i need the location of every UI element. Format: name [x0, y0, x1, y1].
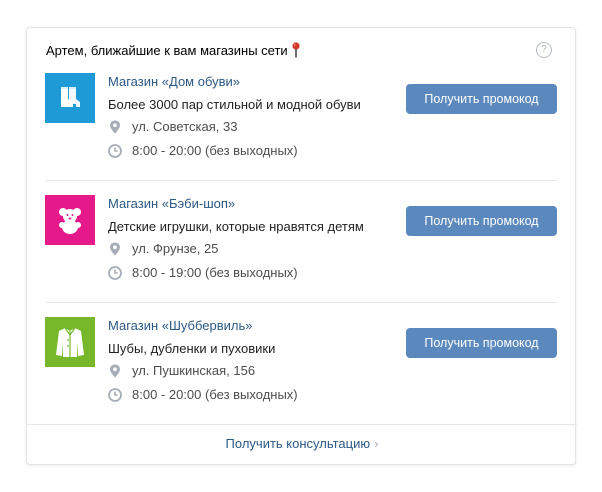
store-name[interactable]: Магазин «Шуббервиль»: [108, 318, 253, 333]
get-promocode-button[interactable]: Получить промокод: [406, 206, 557, 236]
store-address: ул. Фрунзе, 25: [108, 241, 218, 256]
hours-text: 8:00 - 19:00 (без выходных): [132, 265, 298, 280]
stores-card: Артем, ближайшие к вам магазины сети ? М…: [26, 27, 577, 465]
store-hours: 8:00 - 20:00 (без выходных): [108, 387, 298, 402]
help-icon[interactable]: ?: [536, 42, 552, 58]
store-hours: 8:00 - 19:00 (без выходных): [108, 265, 298, 280]
address-text: ул. Пушкинская, 156: [132, 363, 256, 378]
address-text: ул. Советская, 33: [132, 119, 238, 134]
address-text: ул. Фрунзе, 25: [132, 241, 219, 256]
map-marker-icon: [110, 120, 120, 133]
clock-icon: [108, 143, 122, 158]
consult-label: Получить консультацию: [225, 436, 371, 451]
hours-text: 8:00 - 20:00 (без выходных): [132, 387, 298, 402]
coat-icon: [56, 327, 84, 357]
store-name[interactable]: Магазин «Дом обуви»: [108, 74, 240, 89]
get-promocode-button[interactable]: Получить промокод: [406, 328, 557, 358]
hours-text: 8:00 - 20:00 (без выходных): [132, 143, 298, 158]
store-description: Более 3000 пар стильной и модной обуви: [108, 97, 361, 112]
store-logo: [45, 195, 95, 245]
get-promocode-button[interactable]: Получить промокод: [406, 84, 557, 114]
divider: [45, 302, 557, 303]
card-header: Артем, ближайшие к вам магазины сети: [46, 42, 301, 58]
map-marker-icon: [110, 242, 120, 255]
location-pin-icon: [292, 42, 300, 58]
store-item-dom-obuvi: Магазин «Дом обуви» Более 3000 пар стиль…: [27, 73, 577, 193]
store-item-shubberville: Магазин «Шуббервиль» Шубы, дубленки и пу…: [27, 317, 577, 437]
teddy-bear-icon: [59, 208, 81, 234]
store-hours: 8:00 - 20:00 (без выходных): [108, 143, 298, 158]
clock-icon: [108, 387, 122, 402]
divider: [45, 180, 557, 181]
store-logo: [45, 73, 95, 123]
footer-divider: [27, 424, 577, 425]
clock-icon: [108, 265, 122, 280]
store-description: Детские игрушки, которые нравятся детям: [108, 219, 364, 234]
store-address: ул. Советская, 33: [108, 119, 237, 134]
store-description: Шубы, дубленки и пуховики: [108, 341, 276, 356]
store-item-baby-shop: Магазин «Бэби-шоп» Детские игрушки, кото…: [27, 195, 577, 315]
store-address: ул. Пушкинская, 156: [108, 363, 255, 378]
get-consultation-link[interactable]: Получить консультацию ›: [27, 436, 577, 451]
card-title: Артем, ближайшие к вам магазины сети: [46, 42, 288, 58]
store-name[interactable]: Магазин «Бэби-шоп»: [108, 196, 235, 211]
map-marker-icon: [110, 364, 120, 377]
store-logo: [45, 317, 95, 367]
boots-icon: [61, 87, 80, 107]
chevron-right-icon: ›: [374, 436, 379, 451]
